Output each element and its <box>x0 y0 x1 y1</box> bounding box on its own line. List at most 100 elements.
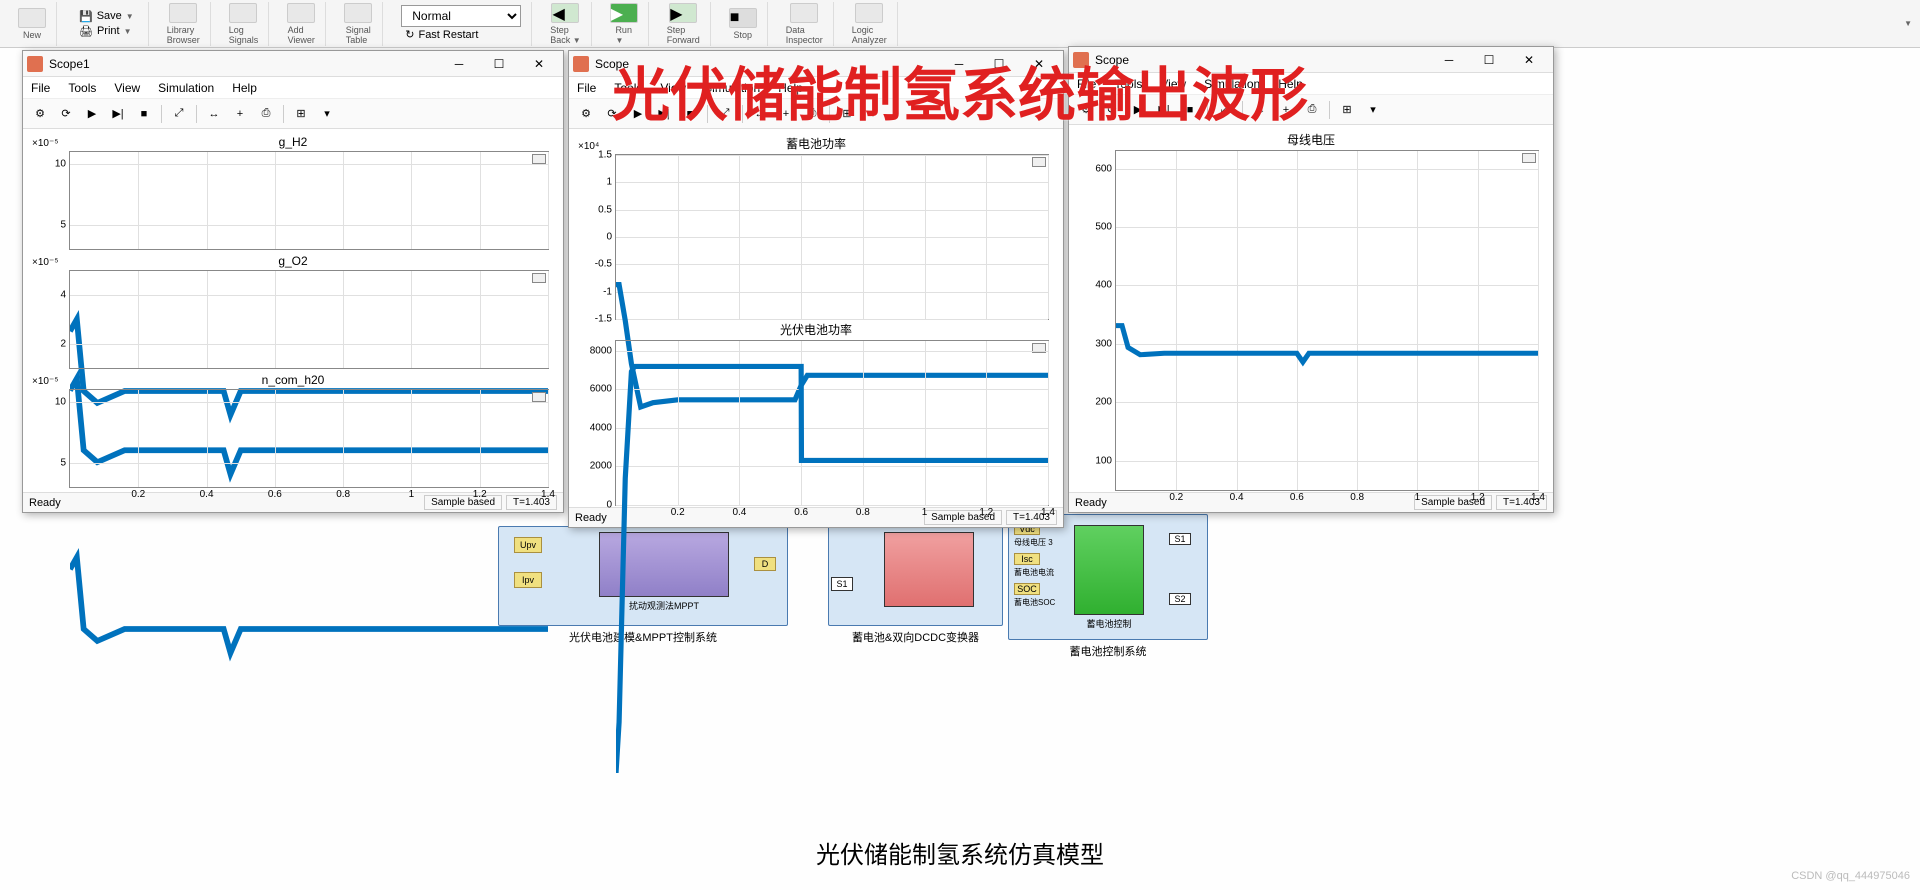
plot-area[interactable]: 100 200 300 400 500 6000.20.40.60.811.21… <box>1115 150 1539 491</box>
grid-line <box>548 390 549 487</box>
y-exponent: ×10⁻⁵ <box>32 138 58 149</box>
y-tick: 4 <box>60 290 70 301</box>
save-button[interactable]: 💾 Save ▼ <box>75 9 138 24</box>
data-inspector-group[interactable]: DataInspector <box>776 2 834 46</box>
separator <box>283 105 284 123</box>
add-viewer-icon <box>287 3 315 23</box>
plot-title: 光伏电池功率 <box>573 319 1059 340</box>
scope-tool-13[interactable]: ▾ <box>1362 99 1384 121</box>
logic-analyzer-icon <box>855 3 883 23</box>
log-signals-icon <box>229 3 257 23</box>
scope-tool-0[interactable]: ⚙ <box>575 103 597 125</box>
step-forward-icon: ▶ <box>669 3 697 23</box>
fast-restart-button[interactable]: ↻ Fast Restart <box>401 27 482 42</box>
scope-tool-12[interactable]: ⊞ <box>1336 99 1358 121</box>
close-button[interactable]: ✕ <box>519 52 559 76</box>
grid-line <box>1538 151 1539 490</box>
data-inspector-icon <box>790 3 818 23</box>
separator <box>161 105 162 123</box>
menu-simulation[interactable]: Simulation <box>158 81 214 95</box>
step-back-group[interactable]: ◀ StepBack ▼ <box>540 2 591 46</box>
y-tick: 100 <box>1095 455 1116 466</box>
y-tick: 8000 <box>590 345 616 356</box>
step-back-icon: ◀ <box>551 3 579 23</box>
scope-tool-10[interactable]: ⎙ <box>255 103 277 125</box>
scope-icon <box>573 56 589 72</box>
library-icon <box>169 3 197 23</box>
scope-tool-0[interactable]: ⚙ <box>29 103 51 125</box>
plot-area[interactable]: ×10⁻⁵ 5 10 <box>69 151 549 250</box>
signal-table-icon <box>344 3 372 23</box>
minimize-button[interactable]: ─ <box>1429 48 1469 72</box>
menu-file[interactable]: File <box>577 81 596 95</box>
scope-tool-8[interactable]: ↔ <box>203 103 225 125</box>
y-tick: 10 <box>55 159 70 170</box>
y-tick: 500 <box>1095 221 1116 232</box>
maximize-button[interactable]: ☐ <box>1469 48 1509 72</box>
toolbar-overflow[interactable]: ▼ <box>1904 19 1912 28</box>
scope-tool-6[interactable]: ⤢ <box>168 103 190 125</box>
plot-title: 蓄电池功率 <box>573 133 1059 154</box>
menu-file[interactable]: File <box>31 81 50 95</box>
plot-area[interactable]: ×10⁻⁵ 5 100.20.40.60.811.21.4 <box>69 389 549 488</box>
port-s2-out[interactable]: S2 <box>1169 593 1191 605</box>
menu-help[interactable]: Help <box>232 81 257 95</box>
y-tick: 6000 <box>590 384 616 395</box>
scope-tool-13[interactable]: ▾ <box>316 103 338 125</box>
sim-mode-select[interactable]: Normal <box>401 5 521 27</box>
data-line <box>70 390 548 868</box>
scope-tool-1[interactable]: ⟳ <box>55 103 77 125</box>
data-line <box>1116 151 1538 573</box>
batt-ctrl-inner: 蓄电池控制 <box>1074 617 1144 630</box>
y-tick: 1.5 <box>598 150 616 161</box>
menu-tools[interactable]: Tools <box>68 81 96 95</box>
plot-1: 光伏电池功率 0 2000 4000 6000 80000.20.40.60.8… <box>573 319 1059 503</box>
y-tick: 600 <box>1095 163 1116 174</box>
new-icon[interactable] <box>18 8 46 28</box>
y-exponent: ×10⁴ <box>578 141 599 152</box>
scope-plots: 母线电压 100 200 300 400 500 6000.20.40.60.8… <box>1069 125 1553 492</box>
y-exponent: ×10⁻⁵ <box>32 376 58 387</box>
plot-area[interactable]: ×10⁴ -1.5 -1 -0.5 0 0.5 1 1.5 <box>615 154 1049 320</box>
maximize-button[interactable]: ☐ <box>479 52 519 76</box>
y-tick: 2 <box>60 338 70 349</box>
add-viewer-group[interactable]: AddViewer <box>277 2 326 46</box>
data-line <box>616 341 1048 773</box>
scope-tool-4[interactable]: ■ <box>133 103 155 125</box>
separator <box>196 105 197 123</box>
step-forward-group[interactable]: ▶ StepForward <box>657 2 711 46</box>
scope-tool-9[interactable]: + <box>229 103 251 125</box>
y-tick: -0.5 <box>595 259 616 270</box>
print-button[interactable]: 🖨 Print ▼ <box>75 24 136 39</box>
plot-area[interactable]: 0 2000 4000 6000 80000.20.40.60.811.21.4 <box>615 340 1049 506</box>
plot-1: g_O2 ×10⁻⁵ 2 4 <box>27 252 559 369</box>
scope-tool-12[interactable]: ⊞ <box>290 103 312 125</box>
stop-group[interactable]: ■ Stop <box>719 2 768 46</box>
scope-tool-3[interactable]: ▶| <box>107 103 129 125</box>
scope1-window: Scope1 ─ ☐ ✕ File Tools View Simulation … <box>22 50 564 513</box>
scope-titlebar[interactable]: Scope1 ─ ☐ ✕ <box>23 51 563 77</box>
log-signals-group[interactable]: LogSignals <box>219 2 270 46</box>
scope-tool-2[interactable]: ▶ <box>81 103 103 125</box>
y-tick: 1 <box>606 177 616 188</box>
run-group[interactable]: ▶ Run▼ <box>600 2 649 46</box>
close-button[interactable]: ✕ <box>1509 48 1549 72</box>
y-tick: 200 <box>1095 397 1116 408</box>
main-toolbar: New 💾 Save ▼ 🖨 Print ▼ LibraryBrowser Lo… <box>0 0 1920 48</box>
library-group[interactable]: LibraryBrowser <box>157 2 211 46</box>
plot-0: g_H2 ×10⁻⁵ 5 10 <box>27 133 559 250</box>
y-tick: 10 <box>55 397 70 408</box>
plot-0: 母线电压 100 200 300 400 500 6000.20.40.60.8… <box>1073 129 1549 488</box>
plot-area[interactable]: ×10⁻⁵ 2 4 <box>69 270 549 369</box>
scope-icon <box>27 56 43 72</box>
sim-mode-group: Normal ↻ Fast Restart <box>391 2 532 46</box>
signal-table-group[interactable]: SignalTable <box>334 2 383 46</box>
menu-view[interactable]: View <box>114 81 140 95</box>
grid-line <box>548 271 549 368</box>
logic-analyzer-group[interactable]: LogicAnalyzer <box>842 2 898 46</box>
minimize-button[interactable]: ─ <box>439 52 479 76</box>
scope-plots: 蓄电池功率 ×10⁴ -1.5 -1 -0.5 0 0.5 1 1.5 光伏电池… <box>569 129 1063 507</box>
scope-title: Scope1 <box>49 57 439 71</box>
scope-plots: g_H2 ×10⁻⁵ 5 10 g_O2 ×10⁻⁵ 2 4 n_com_h20… <box>23 129 563 492</box>
y-exponent: ×10⁻⁵ <box>32 257 58 268</box>
